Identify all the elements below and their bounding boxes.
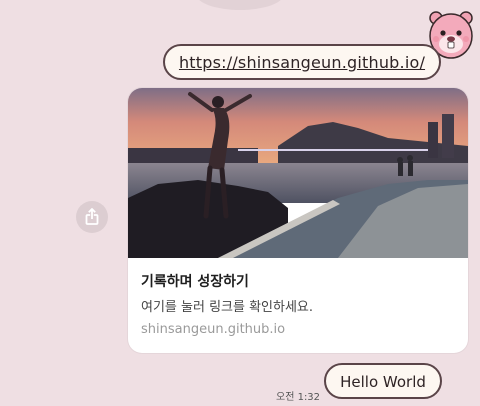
hello-message-text: Hello World <box>340 373 426 391</box>
hello-message-bubble[interactable]: Hello World <box>324 363 442 399</box>
preview-image <box>128 88 468 258</box>
link-preview-card[interactable]: 기록하며 성장하기 여기를 눌러 링크를 확인하세요. shinsangeun.… <box>128 88 468 353</box>
share-button[interactable] <box>76 201 108 233</box>
top-avatar-partial <box>196 0 284 10</box>
preview-title: 기록하며 성장하기 <box>141 274 249 290</box>
share-icon <box>85 208 99 225</box>
preview-description: 여기를 눌러 링크를 확인하세요. <box>141 300 314 315</box>
message-timestamp: 오전 1:32 <box>276 392 321 403</box>
link-message-text[interactable]: https://shinsangeun.github.io/ <box>165 53 439 72</box>
preview-domain: shinsangeun.github.io <box>141 322 286 337</box>
link-message-bubble[interactable]: https://shinsangeun.github.io/ <box>163 44 441 80</box>
